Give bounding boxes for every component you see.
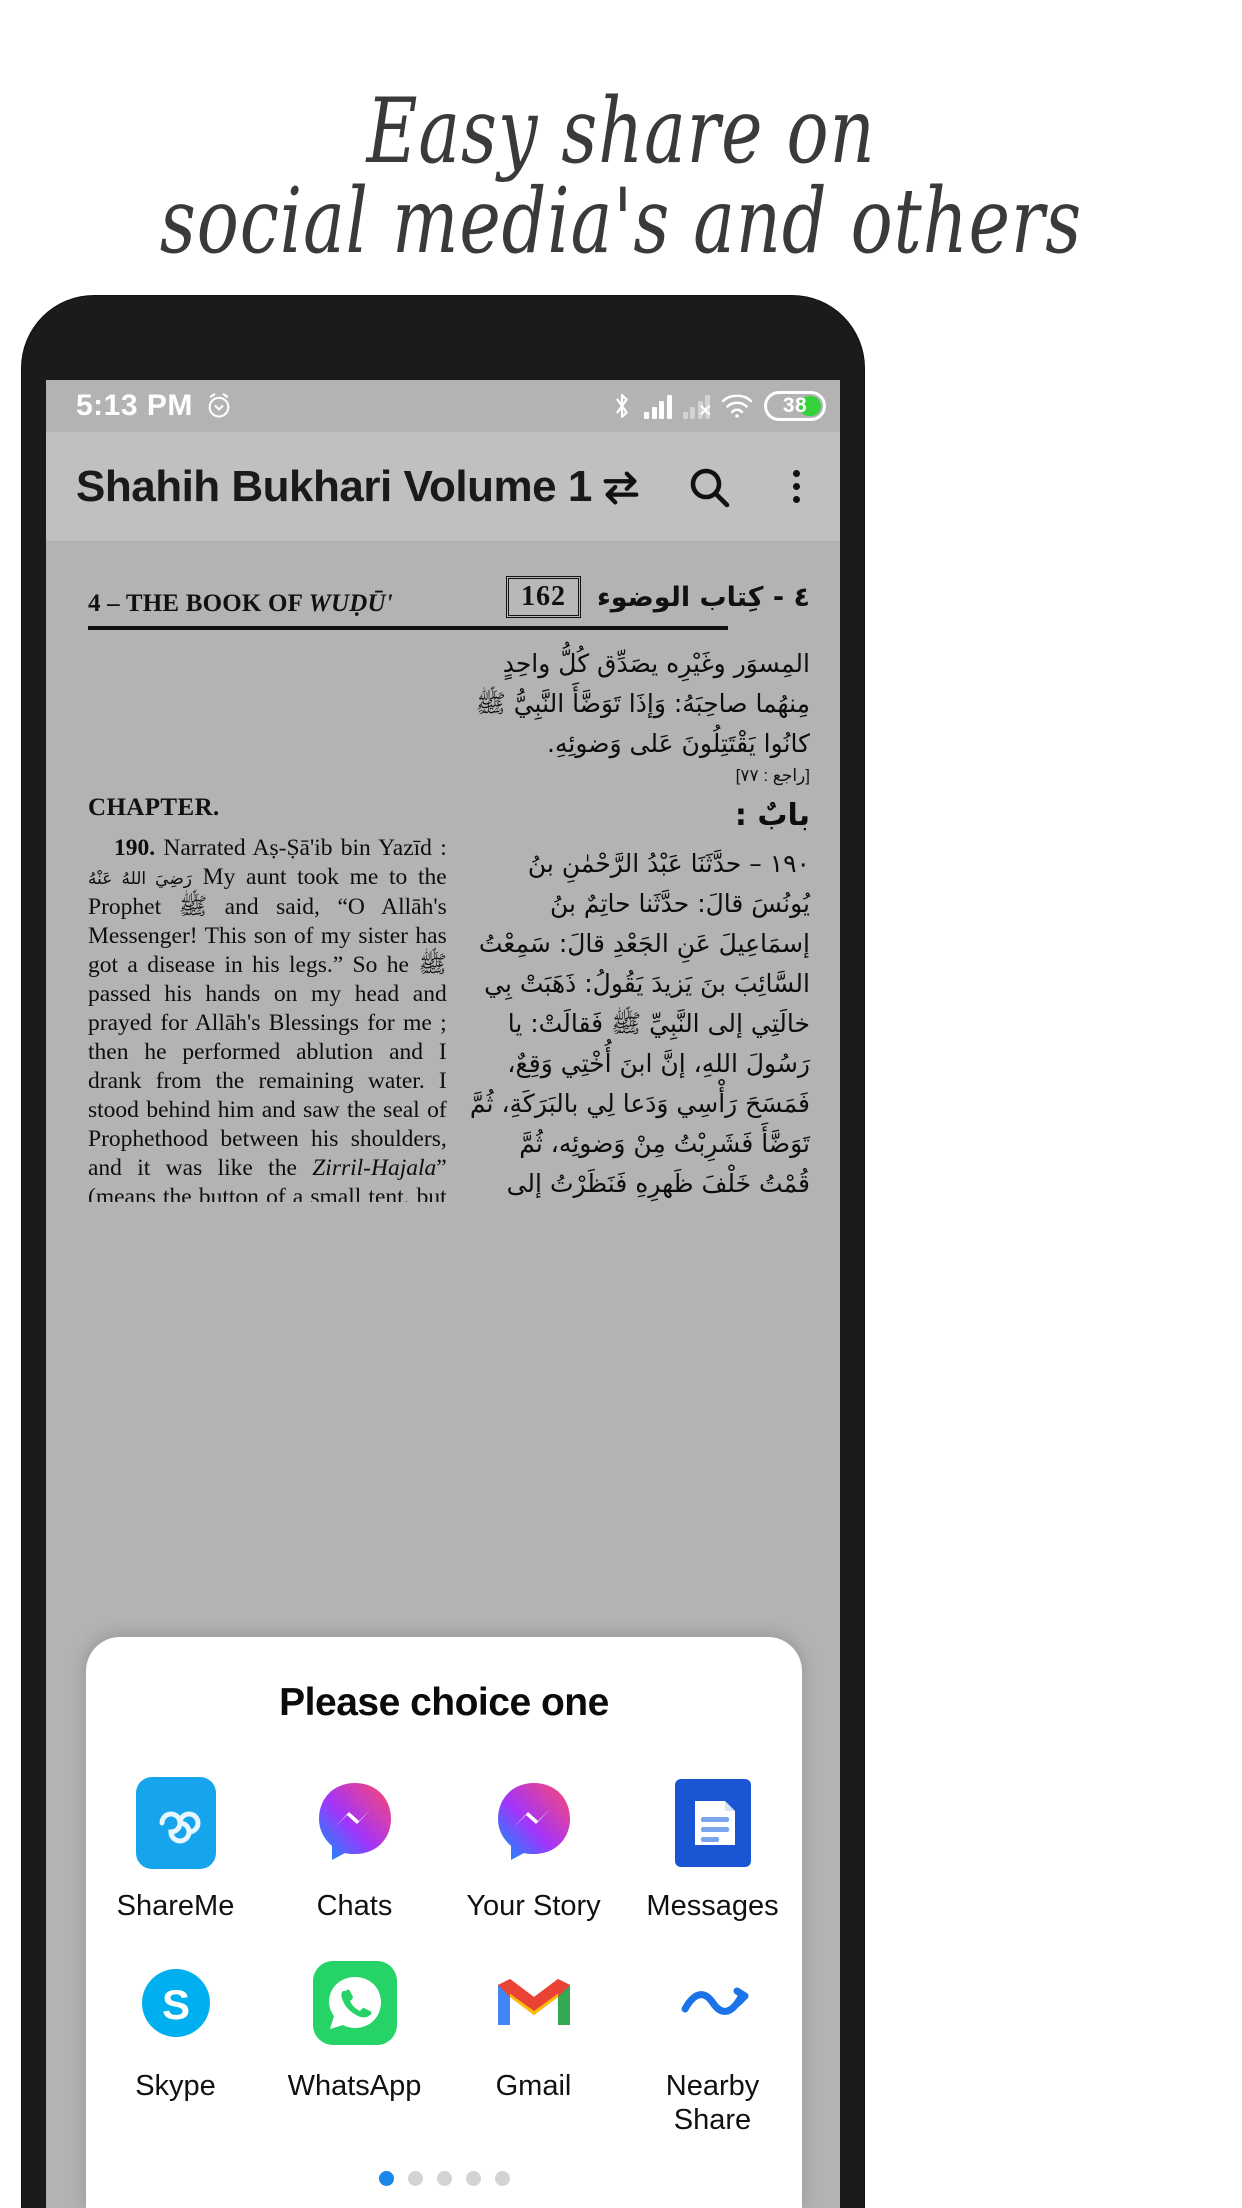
messenger-story-icon xyxy=(488,1777,580,1869)
chapter-heading: CHAPTER. xyxy=(88,794,220,821)
search-icon[interactable] xyxy=(680,458,738,516)
book-page-content[interactable]: 4 – THE BOOK OF WUḌŪ' ٤ - كِتاب الوضوء 1… xyxy=(46,542,840,1202)
cellular-signal-no-service-icon: ✕ xyxy=(682,393,712,420)
header-rule xyxy=(88,626,728,630)
arabic-reference-top: [راجع : ٧٧] xyxy=(735,766,810,785)
book-header-arabic: ٤ - كِتاب الوضوء xyxy=(596,581,810,613)
share-target-label: WhatsApp xyxy=(287,2070,422,2102)
share-target-nearby-share[interactable]: Nearby Share xyxy=(623,1957,802,2137)
share-target-skype[interactable]: S Skype xyxy=(86,1957,265,2137)
hadith-english-text: 190. Narrated Aṣ-Ṣā'ib bin Yazīd : رَضِي… xyxy=(88,835,447,1202)
more-vertical-icon[interactable] xyxy=(768,458,826,516)
pager-dot[interactable] xyxy=(465,2171,481,2186)
promo-headline-line-2: social media's and others xyxy=(159,168,1083,274)
status-bar-left: 5:13 PM xyxy=(76,389,233,423)
share-target-shareme[interactable]: ShareMe xyxy=(86,1777,265,1923)
book-columns: CHAPTER. 190. Narrated Aṣ-Ṣā'ib bin Yazī… xyxy=(88,644,810,1202)
shareme-icon xyxy=(130,1777,222,1869)
nearby-share-icon xyxy=(667,1957,759,2049)
share-bottom-sheet: Please choice one ShareMe Chats Your Sto… xyxy=(86,1637,802,2208)
phone-device-frame: 5:13 PM ✕ 38 Shahih Bukhari Volume 1 4 –… xyxy=(22,296,864,2208)
share-app-grid: ShareMe Chats Your Story Messages S Skyp… xyxy=(86,1777,802,2137)
promo-headline: Easy share on social media's and others xyxy=(0,78,1242,273)
book-header-english: 4 – THE BOOK OF WUḌŪ' xyxy=(88,590,393,617)
status-bar: 5:13 PM ✕ 38 xyxy=(46,380,840,432)
arabic-hadith-text: ١٩٠ – حدَّثَنَا عَبْدُ الرَّحْمٰنِ بنُ ي… xyxy=(469,849,810,1198)
pager-dot[interactable] xyxy=(407,2171,423,2186)
book-column-english: CHAPTER. 190. Narrated Aṣ-Ṣā'ib bin Yazī… xyxy=(88,644,447,1202)
cellular-signal-icon xyxy=(644,393,672,419)
promo-screenshot-page: Easy share on social media's and others … xyxy=(0,0,1242,2208)
share-target-whatsapp[interactable]: WhatsApp xyxy=(265,1957,444,2137)
google-messages-icon xyxy=(667,1777,759,1869)
status-bar-clock: 5:13 PM xyxy=(76,389,193,422)
messenger-chats-icon xyxy=(309,1777,401,1869)
gmail-icon xyxy=(488,1957,580,2049)
share-target-label: Your Story xyxy=(466,1890,601,1922)
share-target-label: Chats xyxy=(316,1890,393,1922)
pager-dot[interactable] xyxy=(378,2171,394,2186)
book-page-header: 4 – THE BOOK OF WUḌŪ' ٤ - كِتاب الوضوء 1… xyxy=(88,576,810,624)
share-target-label: Skype xyxy=(135,2070,216,2102)
no-service-x-icon: ✕ xyxy=(698,403,712,420)
skype-icon: S xyxy=(130,1957,222,2049)
book-header-arabic-group: ٤ - كِتاب الوضوء 162 xyxy=(505,576,810,618)
arabic-bab-heading: بابٌ : xyxy=(734,798,810,833)
app-toolbar: Shahih Bukhari Volume 1 xyxy=(46,432,840,542)
page-title: Shahih Bukhari Volume 1 xyxy=(76,461,592,511)
wifi-icon xyxy=(721,393,753,419)
bluetooth-icon xyxy=(611,391,633,421)
share-target-gmail[interactable]: Gmail xyxy=(444,1957,623,2137)
share-sheet-title: Please choice one xyxy=(279,1681,609,1724)
share-target-chats[interactable]: Chats xyxy=(265,1777,444,1923)
phone-screen: 5:13 PM ✕ 38 Shahih Bukhari Volume 1 4 –… xyxy=(46,380,840,2208)
status-bar-right: ✕ 38 xyxy=(611,391,826,421)
book-column-arabic: المِسوَر وغَيْرِه يصَدِّق كُلُّ واحِدٍ م… xyxy=(469,644,810,1202)
share-target-label: Gmail xyxy=(495,2070,572,2102)
pager-dot[interactable] xyxy=(436,2171,452,2186)
battery-percent-label: 38 xyxy=(782,394,808,417)
share-target-messages[interactable]: Messages xyxy=(623,1777,802,1923)
battery-indicator: 38 xyxy=(764,391,826,421)
whatsapp-icon xyxy=(309,1957,401,2049)
share-target-your-story[interactable]: Your Story xyxy=(444,1777,623,1923)
share-target-label: Messages xyxy=(646,1890,779,1922)
pager-dot[interactable] xyxy=(494,2171,510,2186)
share-sheet-pager[interactable] xyxy=(86,2137,802,2208)
book-page-number: 162 xyxy=(505,576,581,618)
arabic-intro-text: المِسوَر وغَيْرِه يصَدِّق كُلُّ واحِدٍ م… xyxy=(475,649,811,758)
app-toolbar-actions xyxy=(592,458,826,516)
alarm-clock-icon xyxy=(205,392,233,420)
svg-text:S: S xyxy=(161,1981,189,2028)
share-target-label: Nearby Share xyxy=(665,2070,760,2136)
compare-arrows-icon[interactable] xyxy=(592,458,650,516)
share-target-label: ShareMe xyxy=(116,1890,235,1922)
